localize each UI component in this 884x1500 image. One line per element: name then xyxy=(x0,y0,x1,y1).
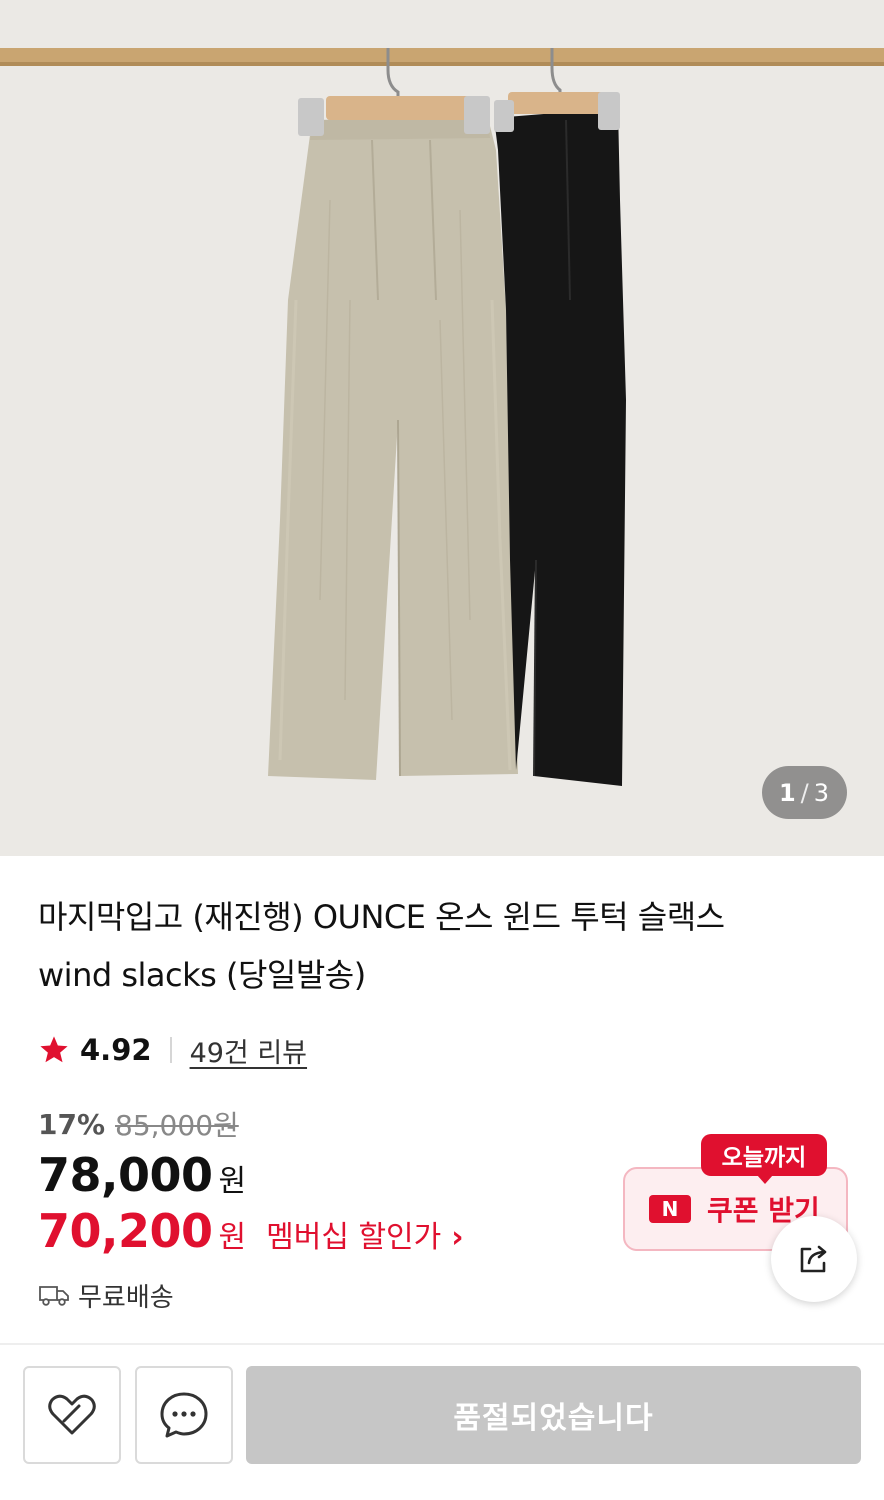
chat-button[interactable] xyxy=(135,1366,233,1464)
heart-icon xyxy=(48,1394,96,1435)
star-icon xyxy=(40,1036,68,1063)
image-counter: 1 / 3 xyxy=(762,766,847,819)
truck-icon xyxy=(39,1286,69,1306)
bottom-bar-divider xyxy=(0,1343,884,1345)
product-photo xyxy=(0,0,884,856)
sale-price-unit: 원 xyxy=(218,1164,247,1199)
membership-price: 70,200 xyxy=(38,1204,213,1258)
sale-price: 78,000 xyxy=(38,1148,213,1202)
product-image-gallery[interactable]: 1 / 3 xyxy=(0,0,884,856)
membership-price-label: 멤버십 할인가 xyxy=(266,1220,442,1255)
image-counter-separator: / xyxy=(800,778,810,807)
discount-percent: 17% xyxy=(38,1107,106,1141)
share-button[interactable] xyxy=(771,1216,857,1302)
rating-score: 4.92 xyxy=(80,1033,152,1067)
sale-price-row: 78,000 원 xyxy=(38,1148,246,1204)
naver-n-icon: N xyxy=(649,1195,691,1223)
shipping-label: 무료배송 xyxy=(78,1282,174,1313)
membership-price-unit: 원 xyxy=(218,1220,247,1255)
original-price-row: 17% 85,000원 xyxy=(38,1104,239,1144)
rating-row: 4.92 49건 리뷰 xyxy=(38,1028,307,1072)
soldout-button[interactable]: 품절되었습니다 xyxy=(246,1366,861,1464)
membership-price-link[interactable]: 70,200 원 멤버십 할인가 › xyxy=(38,1204,464,1260)
share-icon xyxy=(800,1245,827,1273)
product-title: 마지막입고 (재진행) OUNCE 온스 윈드 투턱 슬랙스 wind slac… xyxy=(38,888,828,1004)
image-counter-total: 3 xyxy=(813,778,831,807)
shipping-info: 무료배송 xyxy=(38,1276,174,1314)
image-counter-current: 1 xyxy=(778,778,797,807)
chat-bubble-icon xyxy=(160,1392,208,1438)
review-count-link[interactable]: 49건 리뷰 xyxy=(190,1031,307,1070)
original-price: 85,000원 xyxy=(115,1109,239,1142)
coupon-deadline-badge: 오늘까지 xyxy=(701,1134,827,1184)
rating-divider xyxy=(169,1037,172,1063)
chevron-right-icon: › xyxy=(451,1220,464,1255)
product-title-line1: 마지막입고 (재진행) OUNCE 온스 윈드 투턱 슬랙스 xyxy=(38,898,725,936)
product-title-line2: wind slacks (당일발송) xyxy=(38,956,366,994)
wishlist-button[interactable] xyxy=(23,1366,121,1464)
